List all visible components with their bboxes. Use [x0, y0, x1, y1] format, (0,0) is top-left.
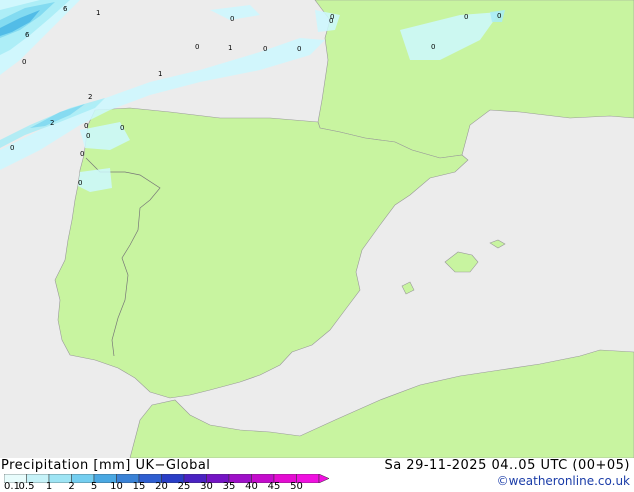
value-label: 2: [50, 119, 54, 127]
legend-tick: 1: [45, 481, 53, 492]
value-label: 0: [330, 13, 334, 21]
value-label: 0: [497, 12, 501, 20]
value-label: 0: [10, 144, 14, 152]
value-label: 0: [230, 15, 234, 23]
value-label: 0: [431, 43, 435, 51]
map-valid-time: Sa 29-11-2025 04..05 UTC (00+05): [384, 458, 630, 473]
value-label: 0: [297, 45, 301, 53]
legend-tick: 20: [155, 481, 168, 492]
value-label: 6: [25, 31, 30, 39]
legend-tick: 15: [132, 481, 146, 492]
value-label: 0: [464, 13, 468, 21]
legend-tick: 2: [68, 481, 75, 492]
legend-tick: 25: [177, 481, 191, 492]
value-label: 6: [63, 5, 68, 13]
value-label: 1: [228, 44, 232, 52]
legend-tick: 50: [290, 481, 303, 492]
value-label: 0: [120, 124, 124, 132]
value-label: 0: [80, 150, 84, 158]
value-label: 0: [86, 132, 90, 140]
value-label: 0: [84, 122, 88, 130]
legend-tick: 30: [200, 481, 213, 492]
legend-tick: 10: [110, 481, 123, 492]
legend-tick: 40: [245, 481, 258, 492]
value-label: 0: [78, 179, 82, 187]
legend-tick: 5: [90, 481, 98, 492]
map-footer: Precipitation [mm] UK−Global Sa 29-11-20…: [0, 458, 634, 492]
value-label: 0: [263, 45, 267, 53]
value-label: 1: [96, 9, 100, 17]
legend-tick: 35: [222, 481, 236, 492]
value-label: 1: [158, 70, 162, 78]
map-area: 6 1 6 0 0 2 2 0 0 0 0 0 1 0 0 1 0 0 0 0 …: [0, 0, 634, 458]
value-label: 0: [22, 58, 26, 66]
value-label: 2: [88, 93, 92, 101]
credit-link[interactable]: ©weatheronline.co.uk: [497, 474, 630, 488]
value-label: 0: [195, 43, 199, 51]
legend-tick: 45: [267, 481, 281, 492]
map-title: Precipitation [mm] UK−Global: [1, 458, 211, 473]
map-svg: 6 1 6 0 0 2 2 0 0 0 0 0 1 0 0 1 0 0 0 0 …: [0, 0, 634, 458]
precip-band-13: [78, 168, 112, 192]
legend-tick: 0.5: [18, 481, 35, 492]
